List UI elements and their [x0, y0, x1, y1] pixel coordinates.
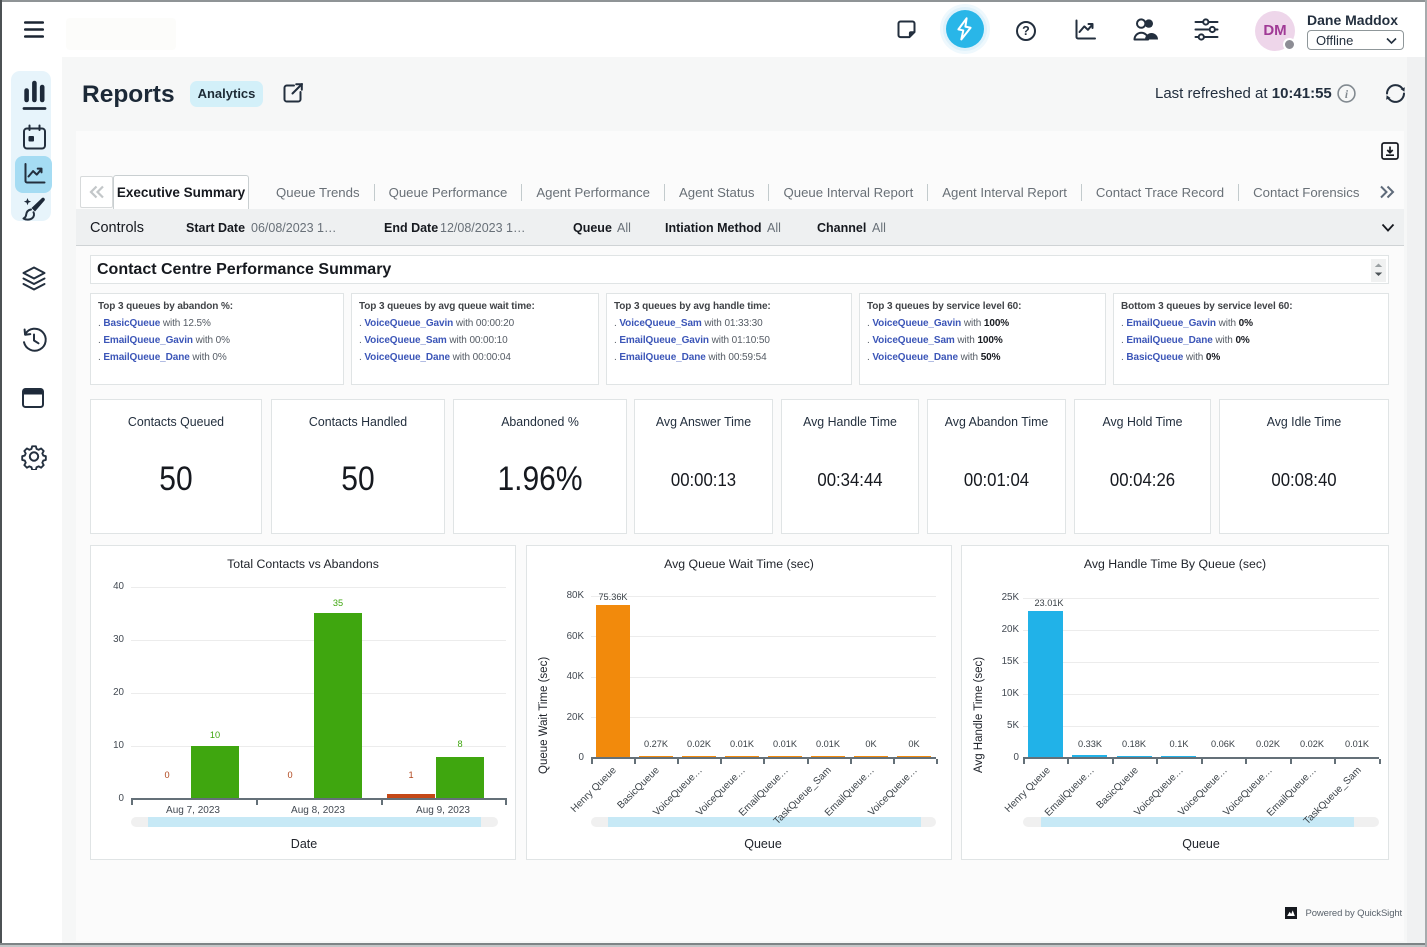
svg-text:i: i	[1345, 89, 1349, 101]
